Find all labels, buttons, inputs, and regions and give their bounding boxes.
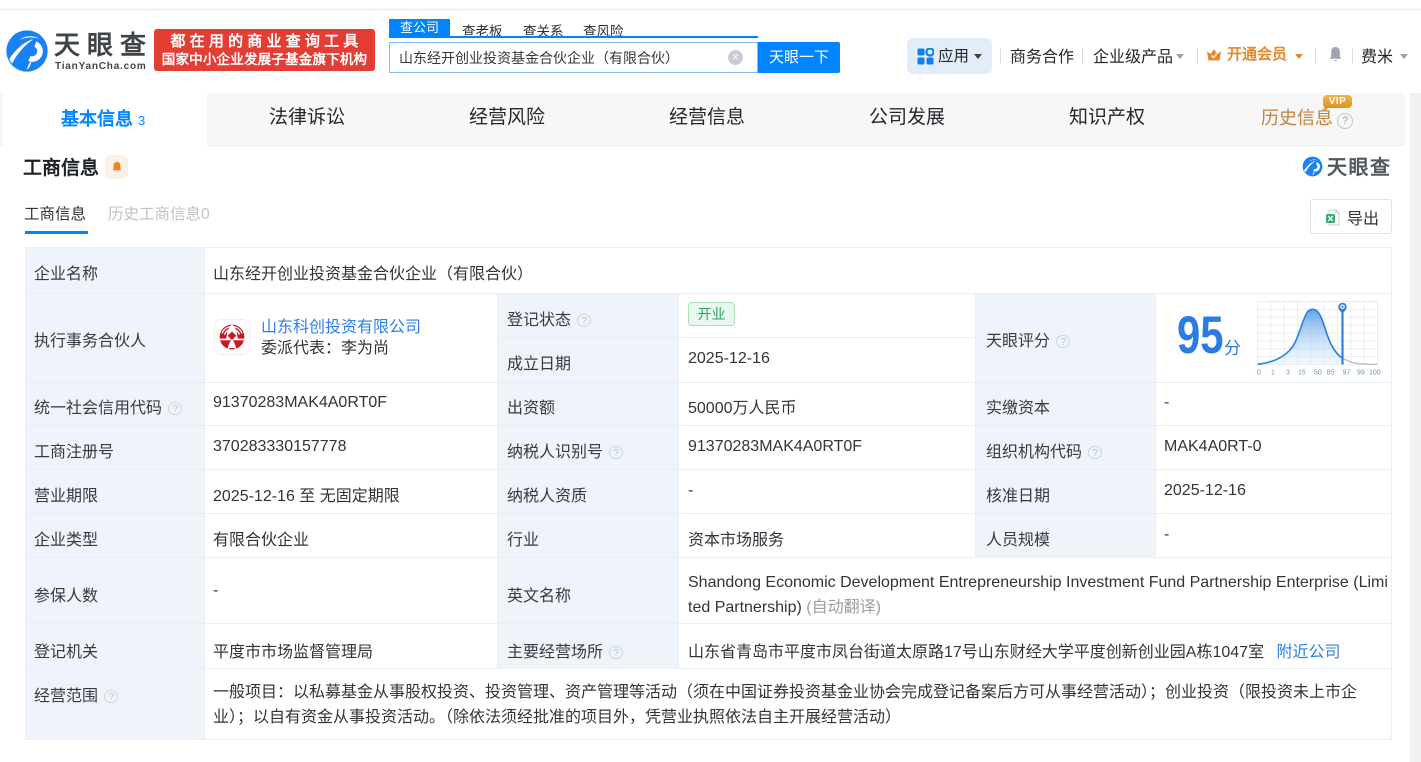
svg-text:3: 3: [1286, 370, 1290, 377]
svg-text:0: 0: [1257, 370, 1261, 377]
svg-text:15: 15: [1298, 370, 1306, 377]
svg-text:99: 99: [1357, 370, 1365, 377]
svg-text:50: 50: [1314, 370, 1322, 377]
svg-text:100: 100: [1369, 370, 1381, 377]
svg-text:97: 97: [1343, 370, 1351, 377]
svg-text:85: 85: [1327, 370, 1335, 377]
svg-text:1: 1: [1271, 370, 1275, 377]
